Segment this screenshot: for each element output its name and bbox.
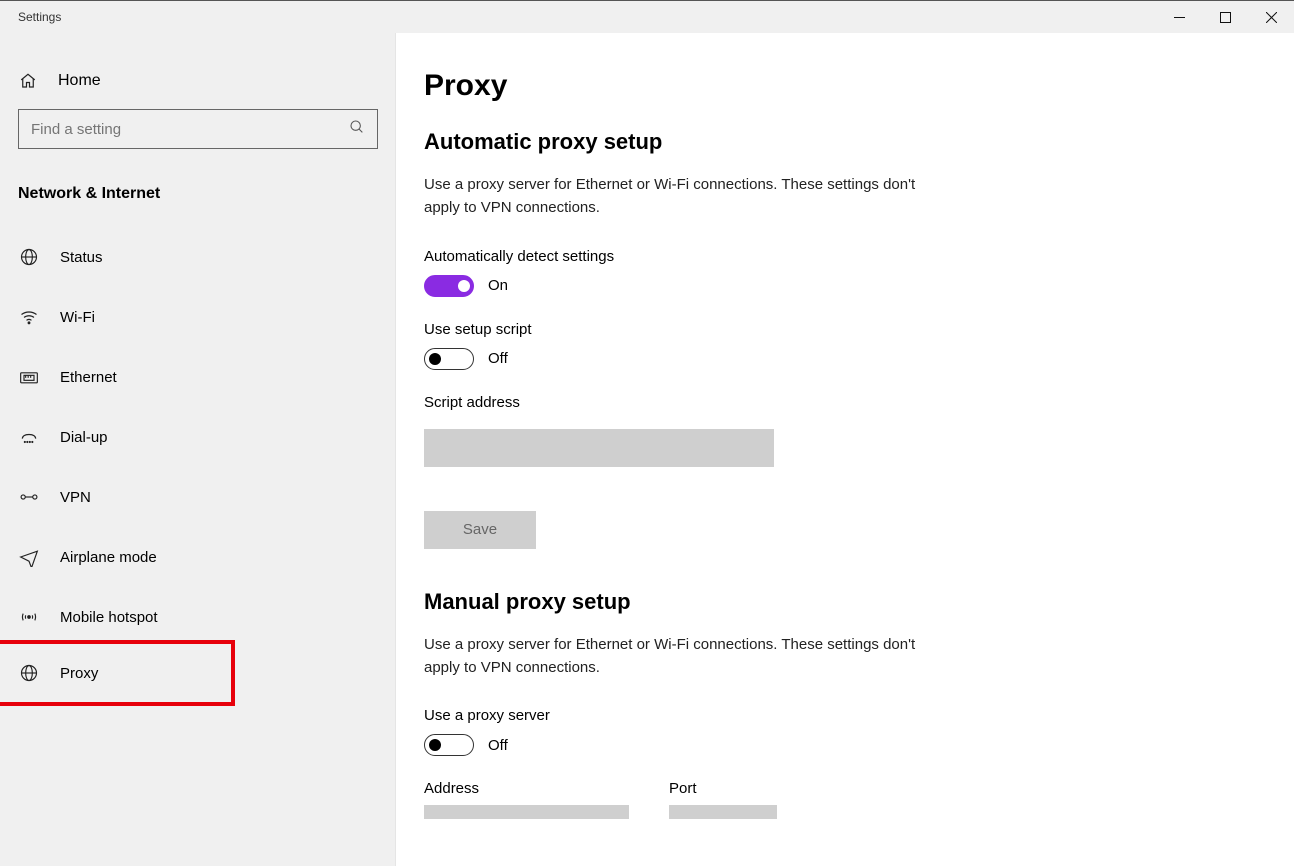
hotspot-icon: [18, 606, 40, 628]
sidebar-item-label: VPN: [60, 489, 91, 506]
script-state: Off: [488, 350, 508, 367]
sidebar-item-label: Proxy: [60, 665, 98, 682]
manual-desc: Use a proxy server for Ethernet or Wi-Fi…: [424, 633, 954, 680]
save-button[interactable]: Save: [424, 511, 536, 549]
detect-label: Automatically detect settings: [424, 248, 1294, 265]
sidebar-item-vpn[interactable]: VPN: [0, 467, 395, 527]
script-address-input[interactable]: [424, 429, 774, 467]
script-address-label: Script address: [424, 394, 1294, 411]
sidebar-item-label: Dial-up: [60, 429, 108, 446]
maximize-icon: [1220, 12, 1231, 23]
sidebar-section: Network & Internet: [18, 179, 377, 227]
maximize-button[interactable]: [1202, 1, 1248, 33]
sidebar-item-proxy-highlight: Proxy: [0, 640, 395, 706]
home-nav[interactable]: Home: [18, 61, 377, 109]
sidebar-item-airplane[interactable]: Airplane mode: [0, 527, 395, 587]
search-input[interactable]: [31, 121, 349, 138]
manual-heading: Manual proxy setup: [424, 589, 1294, 615]
port-label: Port: [669, 780, 777, 797]
detect-state: On: [488, 277, 508, 294]
use-proxy-toggle[interactable]: [424, 734, 474, 756]
status-icon: [18, 246, 40, 268]
auto-heading: Automatic proxy setup: [424, 129, 1294, 155]
wifi-icon: [18, 306, 40, 328]
sidebar-item-ethernet[interactable]: Ethernet: [0, 347, 395, 407]
sidebar-item-label: Airplane mode: [60, 549, 157, 566]
port-input[interactable]: [669, 805, 777, 819]
dialup-icon: [18, 426, 40, 448]
sidebar-item-status[interactable]: Status: [0, 227, 395, 287]
sidebar: Home Network & Internet Status: [0, 33, 396, 866]
content: Proxy Automatic proxy setup Use a proxy …: [396, 33, 1294, 866]
search-box[interactable]: [18, 109, 378, 149]
ethernet-icon: [18, 366, 40, 388]
airplane-icon: [18, 546, 40, 568]
home-label: Home: [58, 72, 101, 90]
minimize-button[interactable]: [1156, 1, 1202, 33]
auto-desc: Use a proxy server for Ethernet or Wi-Fi…: [424, 173, 954, 220]
proxy-icon: [18, 662, 40, 684]
minimize-icon: [1174, 12, 1185, 23]
detect-toggle[interactable]: [424, 275, 474, 297]
address-label: Address: [424, 780, 629, 797]
address-input[interactable]: [424, 805, 629, 819]
home-icon: [18, 71, 38, 91]
script-toggle[interactable]: [424, 348, 474, 370]
settings-window: Settings Home: [0, 0, 1294, 866]
use-proxy-state: Off: [488, 737, 508, 754]
titlebar: Settings: [0, 1, 1294, 33]
page-title: Proxy: [424, 69, 1294, 103]
sidebar-item-label: Mobile hotspot: [60, 609, 158, 626]
window-controls: [1156, 1, 1294, 33]
sidebar-item-label: Ethernet: [60, 369, 117, 386]
close-button[interactable]: [1248, 1, 1294, 33]
search-icon: [349, 119, 365, 139]
sidebar-item-proxy[interactable]: Proxy: [0, 645, 116, 701]
sidebar-item-hotspot[interactable]: Mobile hotspot: [0, 587, 395, 647]
sidebar-item-label: Wi-Fi: [60, 309, 95, 326]
window-title: Settings: [0, 10, 61, 24]
use-proxy-label: Use a proxy server: [424, 707, 1294, 724]
sidebar-item-wifi[interactable]: Wi-Fi: [0, 287, 395, 347]
script-label: Use setup script: [424, 321, 1294, 338]
sidebar-item-label: Status: [60, 249, 103, 266]
sidebar-nav: Status Wi-Fi Ethernet: [0, 227, 395, 706]
sidebar-item-dialup[interactable]: Dial-up: [0, 407, 395, 467]
close-icon: [1266, 12, 1277, 23]
vpn-icon: [18, 486, 40, 508]
